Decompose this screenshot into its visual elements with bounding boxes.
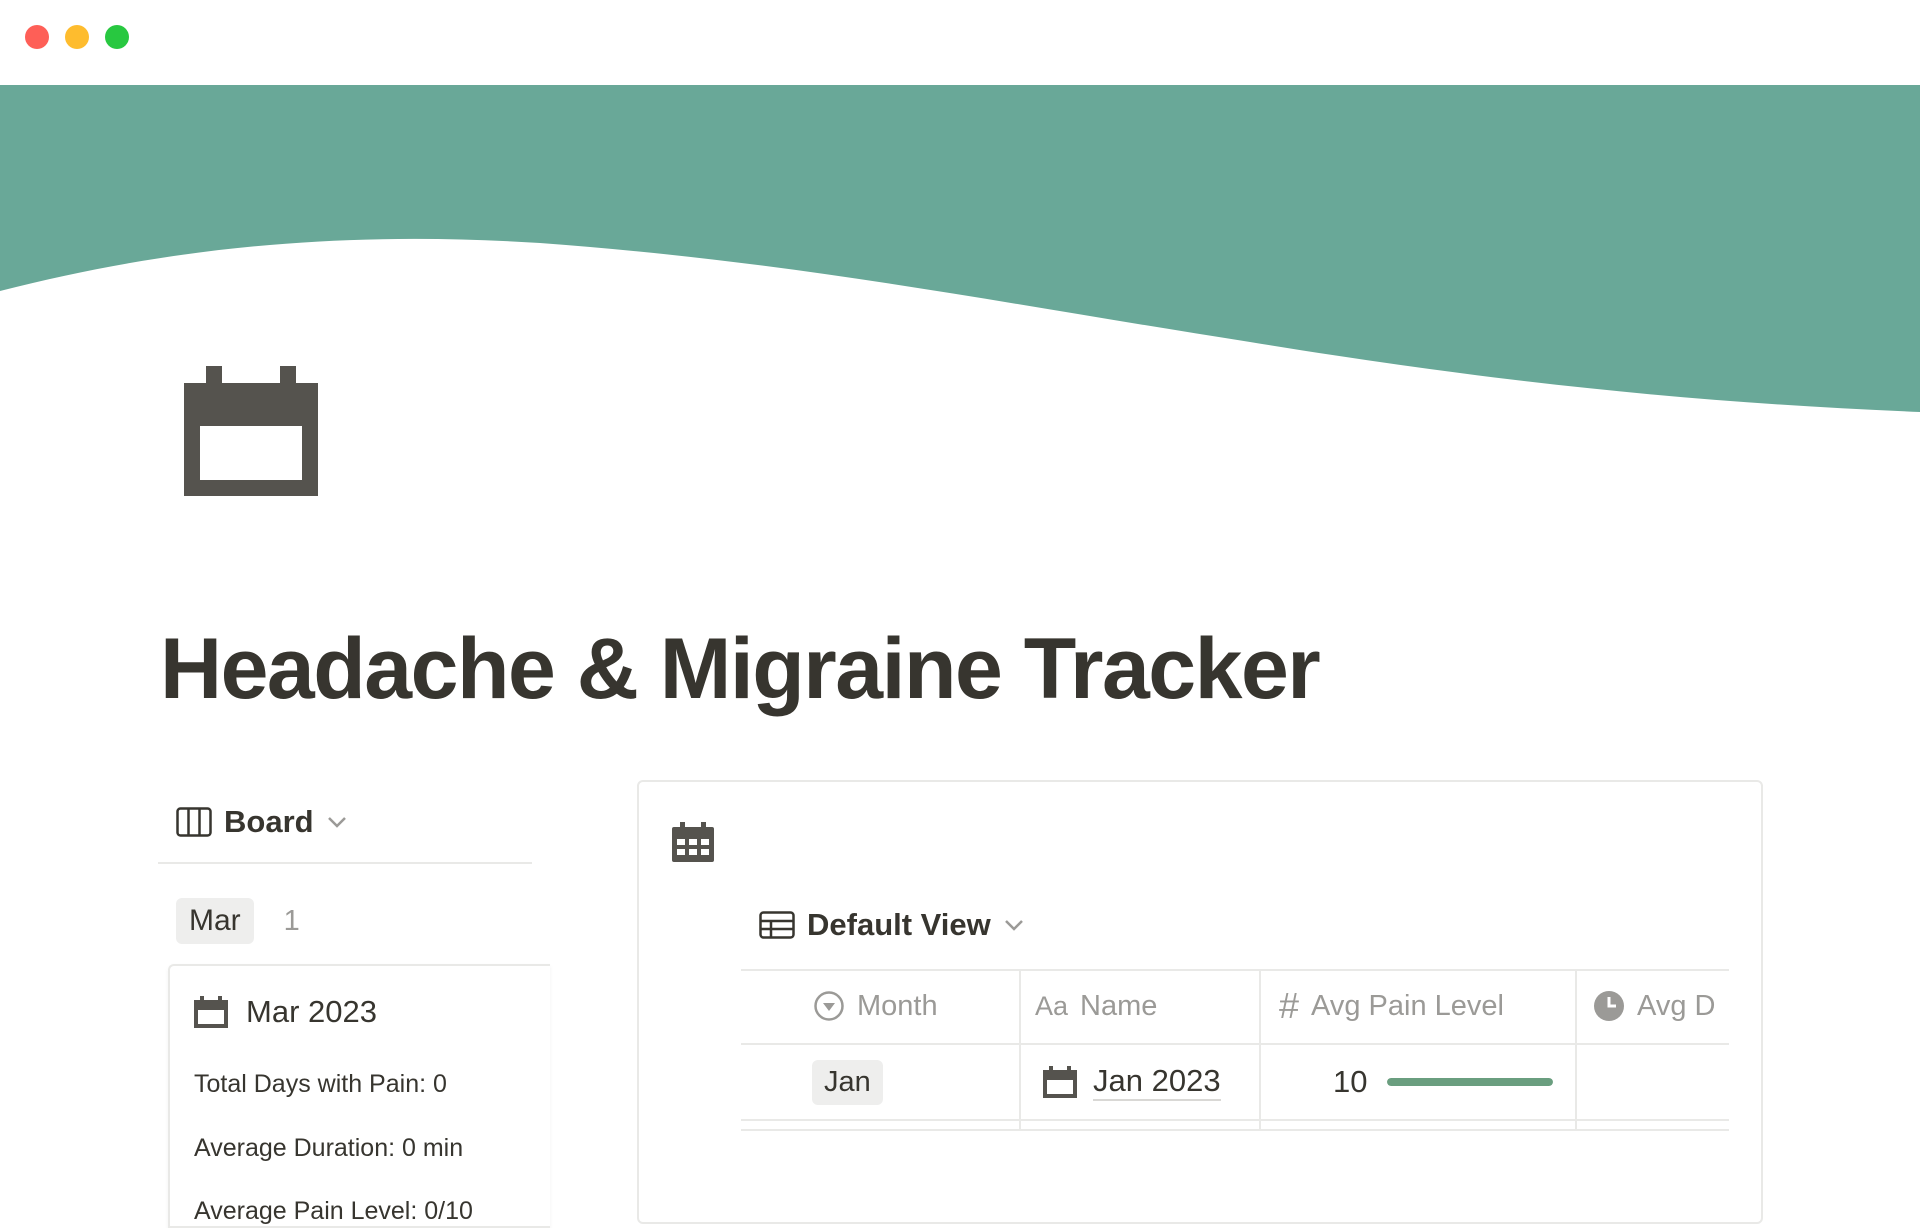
card-title: Mar 2023	[194, 994, 377, 1030]
chevron-down-icon	[327, 817, 346, 828]
calendar-grid-icon	[672, 822, 714, 862]
table-row-avg-pain-cell[interactable]: 10	[1333, 1047, 1554, 1117]
chevron-down-icon	[1004, 920, 1023, 931]
board-card[interactable]: Mar 2023 Total Days with Pain: 0 Average…	[168, 964, 550, 1228]
clock-icon	[1594, 991, 1624, 1021]
database-panel: Default View Month Aa Name # Avg Pain Le…	[637, 780, 1763, 1224]
column-header-avg-duration[interactable]: Avg D	[1593, 969, 1715, 1043]
page-title: Headache & Migraine Tracker	[160, 621, 1321, 717]
default-view-label: Default View	[807, 907, 991, 942]
group-count: 1	[283, 904, 300, 937]
avg-pain-progress-fill	[1387, 1078, 1554, 1086]
column-header-label: Avg D	[1637, 989, 1716, 1022]
avg-pain-value: 10	[1333, 1064, 1368, 1099]
select-icon	[814, 991, 844, 1021]
column-header-avg-pain[interactable]: # Avg Pain Level	[1279, 969, 1504, 1043]
column-header-label: Name	[1080, 989, 1158, 1022]
column-divider	[1575, 969, 1577, 1131]
card-prop-duration: Average Duration: 0 min	[194, 1134, 464, 1162]
calendar-icon	[1043, 1066, 1077, 1098]
table-border	[741, 1043, 1729, 1045]
number-icon: #	[1279, 985, 1300, 1026]
column-divider	[1259, 969, 1261, 1131]
group-tag[interactable]: Mar	[176, 898, 254, 944]
column-header-label: Month	[857, 989, 938, 1022]
column-header-month[interactable]: Month	[813, 969, 938, 1043]
minimize-window-button[interactable]	[65, 25, 89, 49]
calendar-icon	[184, 366, 318, 496]
table-row-month-cell[interactable]: Jan	[812, 1047, 883, 1117]
table-border	[741, 1129, 1729, 1131]
board-view-switcher[interactable]: Board	[176, 800, 348, 844]
column-header-name[interactable]: Aa Name	[1035, 969, 1157, 1043]
avg-pain-progress-bar	[1387, 1078, 1554, 1086]
board-view-label: Board	[224, 804, 314, 839]
title-icon: Aa	[1035, 990, 1069, 1021]
default-view-switcher[interactable]: Default View	[759, 904, 1025, 946]
table-icon	[759, 911, 795, 939]
table-border	[741, 1119, 1729, 1121]
zoom-window-button[interactable]	[105, 25, 129, 49]
board-divider	[158, 862, 532, 864]
close-window-button[interactable]	[25, 25, 49, 49]
board-icon	[176, 807, 212, 837]
calendar-icon	[194, 996, 228, 1028]
card-title-text: Mar 2023	[246, 994, 377, 1029]
window-titlebar	[0, 0, 1920, 85]
board-group-header: Mar 1	[176, 898, 300, 944]
column-header-label: Avg Pain Level	[1311, 989, 1504, 1022]
column-divider	[1019, 969, 1021, 1131]
table-row-name-cell[interactable]: Jan 2023	[1043, 1047, 1221, 1117]
card-prop-days: Total Days with Pain: 0	[194, 1070, 447, 1098]
row-name-link[interactable]: Jan 2023	[1093, 1063, 1221, 1101]
card-prop-pain: Average Pain Level: 0/10	[194, 1197, 473, 1225]
month-tag: Jan	[812, 1059, 883, 1105]
database-table: Month Aa Name # Avg Pain Level Avg D Jan	[741, 969, 1729, 1219]
